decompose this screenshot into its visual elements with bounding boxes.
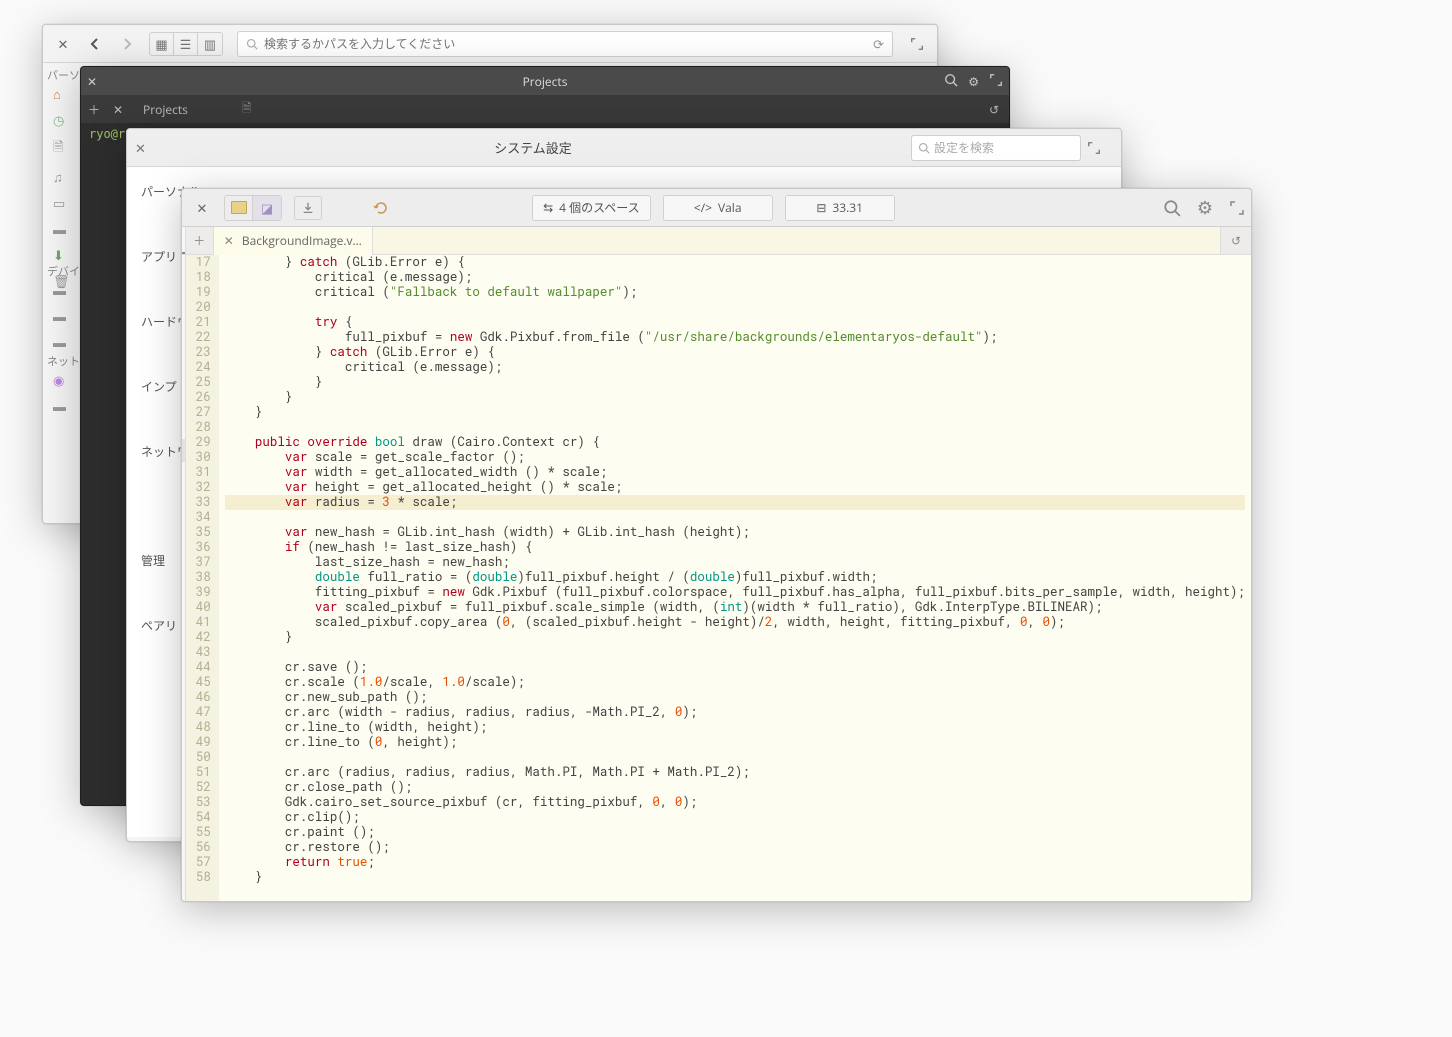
gear-button[interactable]: ⚙ xyxy=(1197,196,1213,220)
open-folder-segment: ◪ xyxy=(224,195,282,221)
expand-icon xyxy=(1087,141,1101,155)
language-status[interactable]: </> Vala xyxy=(663,195,773,221)
maximize-button[interactable] xyxy=(1229,200,1245,216)
expand-icon xyxy=(1229,200,1245,216)
tab-projects[interactable]: Projects xyxy=(129,101,202,118)
files-sidebar-label-personal: パーソ xyxy=(47,67,80,83)
files-device-icons: ▬ ▬ ▬ xyxy=(53,281,66,351)
music-icon[interactable]: ♫ xyxy=(53,168,70,186)
doc-icon: 🗎 xyxy=(242,99,252,120)
cursor-status[interactable]: ⊟ 33.31 xyxy=(785,195,895,221)
maximize-button[interactable] xyxy=(1087,141,1113,155)
terminal-tabs: ＋ ✕ Projects 🗎 ↺ xyxy=(81,95,1009,123)
search-icon xyxy=(1163,199,1181,217)
path-search-input[interactable] xyxy=(264,37,867,51)
code-editor-window: ✕ ◪ ⇆ 4 個のスペース </> Vala ⊟ xyxy=(181,188,1252,902)
line-gutter: 1718192021222324252627282930313233343536… xyxy=(186,255,219,901)
network-icon[interactable]: ◉ xyxy=(53,371,66,389)
code-view[interactable]: 1718192021222324252627282930313233343536… xyxy=(186,255,1251,901)
drive-icon[interactable]: ▬ xyxy=(53,333,66,351)
history-icon[interactable]: ↺ xyxy=(979,101,1009,118)
arrow-left-icon xyxy=(87,36,103,52)
reload-icon[interactable]: ⟳ xyxy=(873,35,884,53)
gear-icon[interactable]: ⚙ xyxy=(968,73,979,90)
new-file-button[interactable]: ＋ xyxy=(186,227,214,255)
documents-icon[interactable]: 🗎 xyxy=(53,137,70,160)
editor-tabs: ＋ ✕ BackgroundImage.v… ↺ xyxy=(186,227,1251,255)
folder-recent-icon: ◪ xyxy=(261,199,273,217)
settings-search[interactable]: 設定を検索 xyxy=(911,135,1081,161)
folder-icon[interactable]: ▭ xyxy=(53,194,70,212)
file-tree: ▸build▸compositor▸data▸po▾src▾CardsVBack… xyxy=(182,301,185,899)
close-tab-icon[interactable]: ✕ xyxy=(224,232,234,249)
toolbar-right: ⚙ xyxy=(1163,196,1245,220)
language-label: Vala xyxy=(718,199,742,216)
search-icon[interactable] xyxy=(944,73,958,90)
folder-icon xyxy=(231,201,247,214)
terminal-title: Projects xyxy=(523,73,568,90)
close-tab-button[interactable]: ✕ xyxy=(107,101,129,118)
indent-status[interactable]: ⇆ 4 個のスペース xyxy=(532,195,651,221)
close-button[interactable]: ✕ xyxy=(135,139,155,157)
tag-icon: </> xyxy=(694,199,712,216)
filesystem-icon[interactable]: ▬ xyxy=(53,220,70,238)
editor-area: ＋ ✕ BackgroundImage.v… ↺ 171819202122232… xyxy=(186,227,1251,901)
history-button[interactable]: ↺ xyxy=(1221,227,1251,255)
recent-folder-button[interactable]: ◪ xyxy=(253,196,281,220)
close-button[interactable]: ✕ xyxy=(87,73,97,90)
maximize-button[interactable] xyxy=(989,73,1003,90)
files-header: ✕ ▦ ☰ ▥ ⟳ xyxy=(43,25,937,63)
active-file-tab[interactable]: ✕ BackgroundImage.v… xyxy=(214,227,373,255)
goto-icon: ⊟ xyxy=(816,199,826,216)
search-icon xyxy=(246,38,258,50)
settings-header: ✕ システム設定 設定を検索 xyxy=(127,129,1121,167)
files-network-icons: ◉ ▬ xyxy=(53,371,66,415)
close-button[interactable]: ✕ xyxy=(49,30,77,58)
search-button[interactable] xyxy=(1163,199,1181,217)
computer-icon[interactable]: ▬ xyxy=(53,397,66,415)
close-button[interactable]: ✕ xyxy=(188,194,216,222)
maximize-button[interactable] xyxy=(903,30,931,58)
revert-button[interactable] xyxy=(366,196,396,220)
terminal-titlebar: ✕ Projects ⚙ xyxy=(81,67,1009,95)
list-view-icon[interactable]: ☰ xyxy=(174,33,198,55)
drive-icon[interactable]: ▬ xyxy=(53,307,66,325)
settings-search-placeholder: 設定を検索 xyxy=(934,139,994,156)
expand-icon xyxy=(910,37,924,51)
search-icon xyxy=(918,142,930,154)
status-bar: ⇆ 4 個のスペース </> Vala ⊟ 33.31 xyxy=(532,195,895,221)
arrow-right-icon xyxy=(119,36,135,52)
cursor-label: 33.31 xyxy=(832,199,863,216)
home-icon[interactable]: ⌂ xyxy=(53,85,70,103)
code-toolbar: ✕ ◪ ⇆ 4 個のスペース </> Vala ⊟ xyxy=(182,189,1251,227)
tab-filename: BackgroundImage.v… xyxy=(242,232,362,249)
column-view-icon[interactable]: ▥ xyxy=(198,33,222,55)
icon-view-icon[interactable]: ▦ xyxy=(150,33,174,55)
view-mode-toggle[interactable]: ▦ ☰ ▥ xyxy=(149,32,223,56)
back-button[interactable] xyxy=(81,30,109,58)
code-main: ⌬ greeter master ▸build▸compositor▸data▸… xyxy=(182,227,1251,901)
indent-label: 4 個のスペース xyxy=(559,199,640,216)
open-folder-button[interactable] xyxy=(225,196,253,220)
files-sidebar-icons: ⌂ ◷ 🗎 ♫ ▭ ▬ ⬇ 🗑 xyxy=(53,85,70,290)
drive-icon[interactable]: ▬ xyxy=(53,281,66,299)
downloads-icon[interactable]: ⬇ xyxy=(53,246,70,264)
new-tab-button[interactable]: ＋ xyxy=(81,101,107,118)
save-button[interactable] xyxy=(294,196,322,220)
indent-icon: ⇆ xyxy=(543,199,553,216)
revert-icon xyxy=(372,199,390,217)
settings-title: システム設定 xyxy=(155,138,911,157)
download-icon xyxy=(301,201,315,215)
recent-icon[interactable]: ◷ xyxy=(53,111,70,129)
tabs-fill xyxy=(373,227,1221,254)
forward-button[interactable] xyxy=(113,30,141,58)
code-lines[interactable]: } catch (GLib.Error e) { critical (e.mes… xyxy=(219,255,1251,901)
path-search-bar[interactable]: ⟳ xyxy=(237,31,893,57)
